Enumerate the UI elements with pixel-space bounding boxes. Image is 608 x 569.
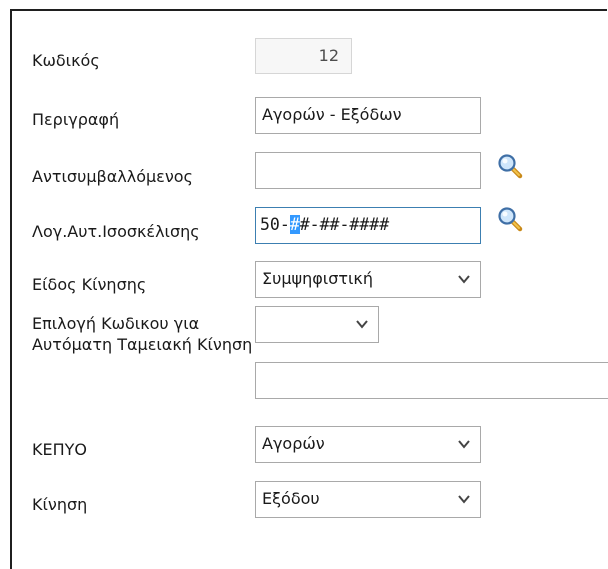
description-input[interactable]: Αγορών - Εξόδων (255, 97, 481, 134)
auto-code-text-input[interactable] (255, 362, 608, 399)
balancing-magnifier-icon[interactable] (497, 206, 523, 232)
counterparty-input[interactable] (255, 152, 481, 189)
mask-rest: #-##-#### (299, 215, 390, 234)
chevron-down-icon (458, 495, 470, 504)
kepyo-value: Αγορών (262, 434, 325, 453)
counterparty-magnifier-icon[interactable] (497, 153, 523, 179)
movement-label: Κίνηση (32, 495, 88, 514)
mask-selected-char: # (289, 215, 300, 234)
auto-code-select[interactable] (255, 306, 379, 343)
counterparty-label: Αντισυμβαλλόμενος (32, 167, 193, 186)
movement-value: Εξόδου (262, 489, 320, 508)
auto-code-label: Επιλογή Κωδικου για Αυτόματη Ταμειακή Κί… (32, 314, 253, 354)
chevron-down-icon (356, 320, 368, 329)
description-label: Περιγραφή (32, 110, 120, 129)
chevron-down-icon (458, 440, 470, 449)
form-panel: Κωδικός 12 Περιγραφή Αγορών - Εξόδων Αντ… (10, 9, 608, 569)
movement-type-label: Είδος Κίνησης (32, 275, 147, 294)
code-field: 12 (255, 38, 352, 74)
balancing-account-label: Λογ.Αυτ.Ισοσκέλισης (32, 222, 200, 241)
balancing-account-input[interactable]: 50-##-##-#### (255, 207, 481, 244)
chevron-down-icon (458, 275, 470, 284)
kepyo-label: ΚΕΠΥΟ (32, 440, 87, 459)
movement-type-select[interactable]: Συμψηφιστική (255, 261, 481, 298)
mask-prefix: 50- (260, 215, 290, 234)
movement-select[interactable]: Εξόδου (255, 481, 481, 518)
kepyo-select[interactable]: Αγορών (255, 426, 481, 463)
movement-type-value: Συμψηφιστική (262, 269, 373, 288)
code-label: Κωδικός (32, 51, 100, 70)
